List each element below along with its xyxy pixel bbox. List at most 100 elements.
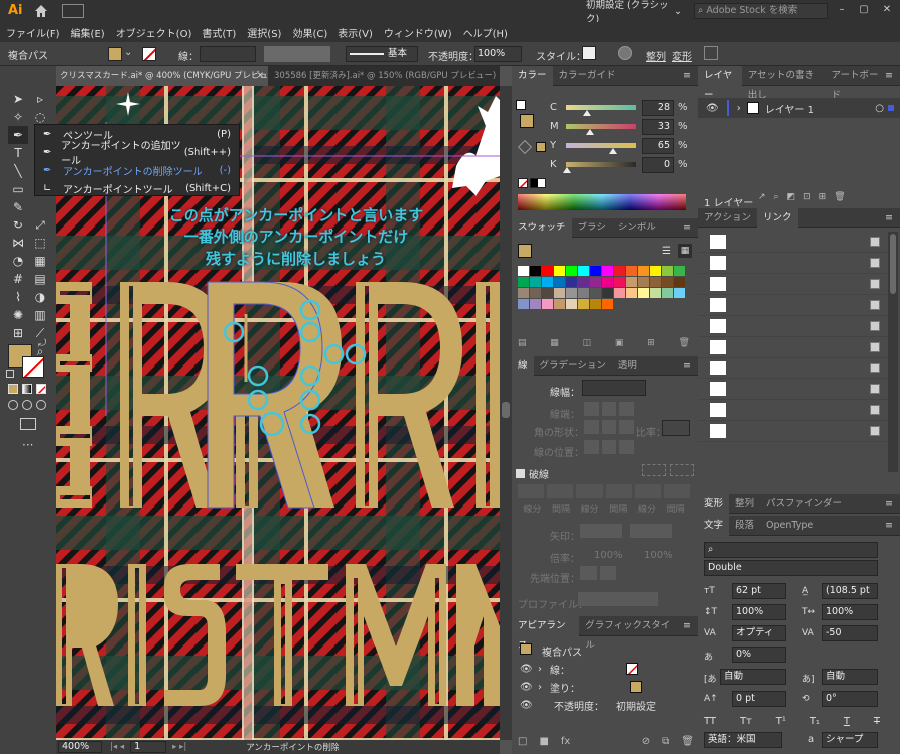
- swatch-cell[interactable]: [662, 266, 673, 276]
- swatches-fill-indicator[interactable]: [518, 244, 532, 258]
- locate-object-icon[interactable]: ⌕: [774, 192, 779, 202]
- draw-normal-icon[interactable]: [8, 400, 18, 410]
- magic-wand-tool-icon[interactable]: ✧: [8, 108, 28, 126]
- zoom-field[interactable]: 400%: [58, 741, 102, 753]
- arrowhead-start-select[interactable]: [580, 524, 622, 538]
- slider-thumb[interactable]: [608, 148, 617, 154]
- close-icon[interactable]: ✕: [257, 66, 264, 86]
- swatch-cell[interactable]: [554, 277, 565, 287]
- swatch-cell[interactable]: [578, 288, 589, 298]
- tab-gradient[interactable]: グラデーション: [534, 356, 612, 376]
- swatch-cell[interactable]: [518, 266, 529, 276]
- profile-select[interactable]: [578, 592, 658, 606]
- rectangle-tool-icon[interactable]: ▭: [8, 180, 28, 198]
- menu-item[interactable]: オブジェクト(O): [116, 25, 192, 40]
- aki-left-field[interactable]: 自動: [720, 669, 786, 685]
- isolate-icon[interactable]: [704, 46, 718, 60]
- screen-mode-icon[interactable]: [20, 418, 36, 430]
- doc-tab-active[interactable]: クリスマスカード.ai* @ 400% (CMYK/GPU プレビュー) ✕: [56, 66, 268, 86]
- layer-name[interactable]: レイヤー 1: [765, 101, 814, 116]
- link-row[interactable]: [698, 379, 888, 400]
- swatch-cell[interactable]: [602, 277, 613, 287]
- link-row[interactable]: [698, 316, 888, 337]
- menu-item[interactable]: 書式(T): [202, 25, 236, 40]
- panel-menu-icon[interactable]: ≡: [683, 620, 692, 631]
- type-tool-icon[interactable]: T: [8, 144, 28, 162]
- baseline-shift-field[interactable]: 0 pt: [732, 691, 786, 707]
- slider-value-field[interactable]: 33: [642, 119, 674, 135]
- swatch-cell[interactable]: [566, 299, 577, 309]
- none-color-icon[interactable]: [518, 178, 528, 188]
- column-graph-tool-icon[interactable]: ▥: [30, 306, 50, 324]
- stroke-weight-input[interactable]: [582, 380, 646, 396]
- arrow-scale-1[interactable]: 100%: [594, 550, 623, 561]
- close-button[interactable]: ✕: [880, 4, 894, 18]
- blend-tool-icon[interactable]: ◑: [30, 288, 50, 306]
- slider-thumb[interactable]: [586, 129, 595, 135]
- menu-item[interactable]: 選択(S): [247, 25, 281, 40]
- stroke-weight-field[interactable]: [200, 46, 256, 62]
- swatch-cell[interactable]: [518, 299, 529, 309]
- vertical-scrollbar[interactable]: [500, 86, 512, 740]
- tab-symbols[interactable]: シンボル: [612, 218, 662, 238]
- list-view-icon[interactable]: ☰: [662, 246, 671, 257]
- free-transform-tool-icon[interactable]: ⬚: [30, 234, 50, 252]
- slider-track[interactable]: [566, 162, 636, 167]
- tab-layers[interactable]: レイヤー: [698, 65, 742, 101]
- appearance-row-stroke[interactable]: 👁 › 線：: [512, 660, 698, 678]
- small-caps-button[interactable]: Tт: [740, 716, 752, 727]
- aki-right-field[interactable]: 自動: [822, 669, 878, 685]
- menu-item[interactable]: 表示(V): [338, 25, 373, 40]
- all-caps-button[interactable]: TT: [704, 716, 716, 727]
- swatch-cell[interactable]: [590, 299, 601, 309]
- appearance-row-opacity[interactable]: 👁 不透明度： 初期設定: [512, 696, 698, 714]
- swatch-cell[interactable]: [602, 288, 613, 298]
- swatch-cell[interactable]: [554, 299, 565, 309]
- language-select[interactable]: 英語：米国: [704, 732, 782, 748]
- symbol-sprayer-tool-icon[interactable]: ✺: [8, 306, 28, 324]
- swatch-cell[interactable]: [530, 288, 541, 298]
- align-stroke-buttons[interactable]: [584, 440, 635, 454]
- draw-behind-icon[interactable]: [22, 400, 32, 410]
- swatch-cell[interactable]: [638, 266, 649, 276]
- selection-tool-icon[interactable]: ➤: [8, 90, 28, 108]
- recolor-icon[interactable]: [618, 46, 632, 60]
- kerning-field[interactable]: オプティ: [732, 625, 786, 641]
- edit-toolbar-icon[interactable]: ···: [22, 438, 33, 452]
- slider-track[interactable]: [566, 143, 636, 148]
- slider-value-field[interactable]: 65: [642, 138, 674, 154]
- artboard-tool-icon[interactable]: ⊞: [8, 324, 28, 342]
- color-stroke-swatch[interactable]: [516, 100, 526, 110]
- link-row[interactable]: [698, 421, 888, 442]
- vertical-scale-field[interactable]: 100%: [732, 604, 786, 620]
- slider-thumb[interactable]: [563, 167, 571, 173]
- clear-appearance-icon[interactable]: ⊘: [642, 736, 650, 747]
- flyout-item[interactable]: ✒ アンカーポイントの追加ツール (Shift++): [35, 141, 239, 167]
- slider-track[interactable]: [566, 105, 636, 110]
- swatch-cell[interactable]: [566, 266, 577, 276]
- char-rotation-field[interactable]: 0°: [822, 691, 878, 707]
- draw-inside-icon[interactable]: [36, 400, 46, 410]
- slider-value-field[interactable]: 0: [642, 157, 674, 173]
- stock-search-input[interactable]: ⌕ Adobe Stock を検索: [694, 3, 828, 19]
- swatch-cell[interactable]: [578, 277, 589, 287]
- chevron-right-icon[interactable]: ›: [538, 682, 542, 693]
- swatch-cell[interactable]: [542, 277, 553, 287]
- superscript-button[interactable]: T¹: [776, 716, 786, 727]
- link-row[interactable]: [698, 232, 888, 253]
- menu-item[interactable]: 編集(E): [71, 25, 105, 40]
- tab-appearance[interactable]: アピアランス: [512, 615, 580, 651]
- swatch-cell[interactable]: [662, 288, 673, 298]
- dashed-checkbox[interactable]: [516, 469, 525, 478]
- font-family-search[interactable]: ⌕: [704, 542, 878, 558]
- antialias-select[interactable]: シャープ: [822, 732, 878, 748]
- swatch-cell[interactable]: [626, 277, 637, 287]
- pen-tool-icon[interactable]: ✒: [8, 126, 28, 144]
- link-row[interactable]: [698, 274, 888, 295]
- tab-color[interactable]: カラー: [512, 65, 553, 86]
- links-scrollbar[interactable]: [888, 232, 898, 472]
- stroke-style-field[interactable]: 基本: [346, 46, 418, 62]
- workspace-switcher[interactable]: 初期設定 (クラシック) ⌄: [586, 0, 682, 25]
- corner-buttons[interactable]: [584, 420, 635, 434]
- arrange-documents-icon[interactable]: [62, 4, 84, 18]
